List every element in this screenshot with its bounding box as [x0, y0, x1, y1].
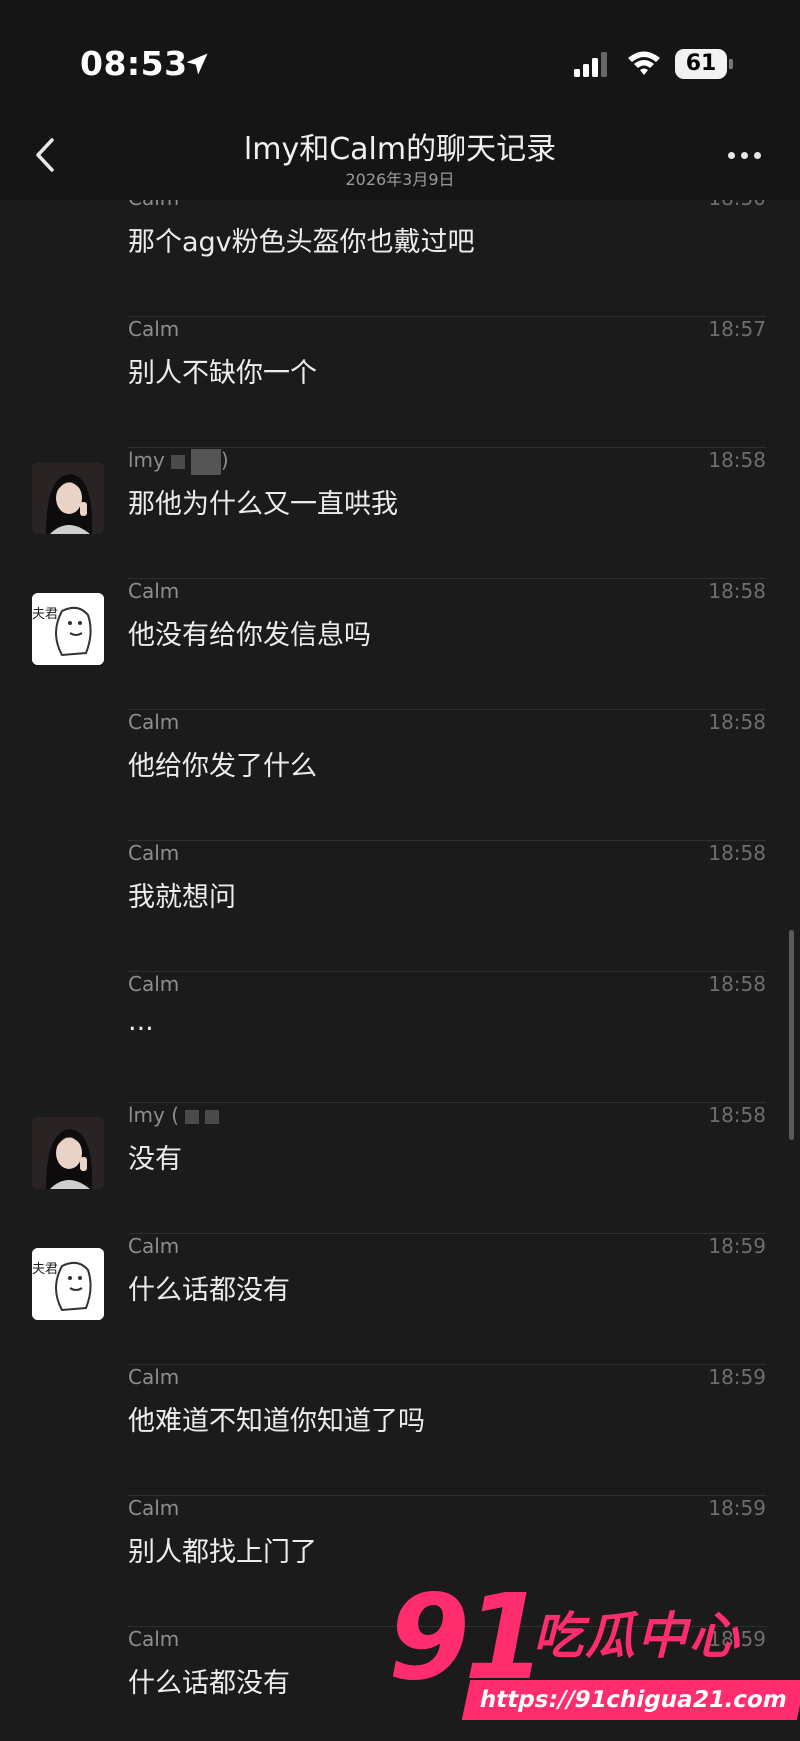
redacted-block [190, 448, 221, 475]
message-time: 18:58 [708, 710, 766, 734]
message-text: ... [128, 1006, 154, 1037]
message-time: 18:58 [708, 579, 766, 603]
message-sender: Calm [128, 972, 180, 996]
top-bar: 08:53 61 lmy和Calm的聊天记录 2026年3月9日 [0, 0, 800, 200]
message-sender: Calm [128, 317, 180, 341]
message-time: 18:58 [708, 841, 766, 865]
message-row[interactable]: Calm 18:57 别人不缺你一个 [0, 317, 800, 448]
status-time: 08:53 [80, 44, 188, 83]
message-sender: Calm [128, 1627, 180, 1651]
message-text: 那个agv粉色头盔你也戴过吧 [128, 227, 475, 258]
location-arrow-icon [186, 53, 208, 75]
message-sender: Calm [128, 1234, 180, 1258]
message-row[interactable]: 夫君 Calm 18:58 他没有给你发信息吗 [0, 579, 800, 710]
message-sender: lmy) [128, 448, 229, 475]
message-text: 那他为什么又一直哄我 [128, 489, 398, 520]
calm-avatar[interactable]: 夫君 [32, 1248, 104, 1320]
message-row[interactable]: lmy ( 18:58 没有 [0, 1103, 800, 1234]
message-text: 什么话都没有 [128, 1668, 290, 1699]
lmy-avatar[interactable] [32, 1117, 104, 1189]
scrollbar[interactable] [789, 930, 794, 1140]
message-row[interactable]: Calm 18:58... [0, 972, 800, 1103]
message-row[interactable]: Calm 18:59 他难道不知道你知道了吗 [0, 1365, 800, 1496]
calm-avatar[interactable]: 夫君 [32, 593, 104, 665]
message-time: 18:59 [708, 1234, 766, 1258]
redacted-block [185, 1109, 200, 1124]
chat-date: 2026年3月9日 [345, 170, 455, 189]
redacted-block [205, 1109, 220, 1124]
message-text: 他难道不知道你知道了吗 [128, 1406, 425, 1437]
more-options-icon[interactable] [720, 140, 770, 170]
message-row[interactable]: Calm18:50那个agv粉色头盔你也戴过吧 [0, 186, 800, 317]
calm-avatar-label: 夫君 [32, 1262, 59, 1277]
wifi-icon [628, 51, 660, 75]
message-sender: Calm [128, 1496, 180, 1520]
message-text: 别人都找上门了 [128, 1537, 317, 1568]
message-sender: lmy ( [128, 1103, 220, 1127]
watermark-name: 吃瓜中心 [533, 1607, 741, 1665]
message-time: 18:58 [708, 448, 766, 472]
message-time: 18:58 [708, 1103, 766, 1127]
message-row[interactable]: lmy) 18:58 那他为什么又一直哄我 [0, 448, 800, 579]
message-text: 什么话都没有 [128, 1275, 290, 1306]
message-text: 他给你发了什么 [128, 751, 317, 782]
battery-indicator: 61 [675, 49, 727, 79]
watermark-logo: 91 吃瓜中心 https://91chigua21.com [388, 1568, 800, 1728]
message-text: 没有 [128, 1144, 182, 1175]
message-sender: Calm [128, 841, 180, 865]
message-text: 别人不缺你一个 [128, 358, 317, 389]
message-text: 我就想问 [128, 882, 236, 913]
message-time: 18:59 [708, 1365, 766, 1389]
message-sender: Calm [128, 579, 180, 603]
watermark-url: https://91chigua21.com [461, 1680, 800, 1720]
message-sender: Calm [128, 1365, 180, 1389]
message-sender: Calm [128, 710, 180, 734]
message-time: 18:58 [708, 972, 766, 996]
message-list: Calm18:50那个agv粉色头盔你也戴过吧Calm18:57别人不缺你一个l… [0, 186, 800, 1741]
watermark-number: 91 [388, 1568, 546, 1706]
message-text: 他没有给你发信息吗 [128, 620, 371, 651]
chat-title: lmy和Calm的聊天记录 [243, 132, 557, 167]
lmy-avatar[interactable] [32, 462, 104, 534]
message-row[interactable]: 夫君 Calm 18:59 什么话都没有 [0, 1234, 800, 1365]
cellular-signal-icon [574, 52, 607, 77]
chat-history-screen: 08:53 61 lmy和Calm的聊天记录 2026年3月9日 Calm18:… [0, 0, 800, 1741]
battery-tip [729, 59, 733, 69]
message-row[interactable]: Calm 18:58 我就想问 [0, 841, 800, 972]
redacted-block [170, 454, 185, 469]
message-time: 18:59 [708, 1496, 766, 1520]
message-time: 18:57 [708, 317, 766, 341]
sender-suffix: ) [220, 448, 229, 472]
calm-avatar-label: 夫君 [32, 607, 59, 622]
message-row[interactable]: Calm 18:58 他给你发了什么 [0, 710, 800, 841]
